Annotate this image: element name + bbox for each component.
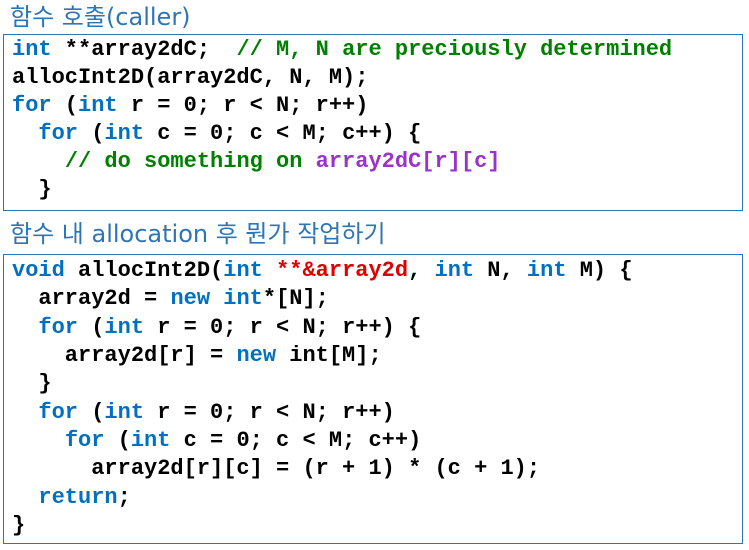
keyword: int	[104, 315, 145, 340]
keyword: int	[104, 121, 145, 146]
keyword: for	[64, 428, 105, 453]
code-text: (	[78, 315, 105, 340]
keyword: int	[223, 258, 263, 283]
keyword: int	[78, 93, 118, 118]
code-line: for (int c = 0; c < M; c++)	[12, 427, 421, 455]
code-line: for (int r = 0; r < N; r++) {	[12, 314, 421, 342]
code-text: array2d =	[12, 286, 171, 311]
code-text: (	[78, 121, 105, 146]
code-line: }	[12, 513, 26, 538]
code-line: for (int r = 0; r < N; r++)	[12, 399, 395, 427]
section-title-allocation: 함수 내 allocation 후 뭔가 작업하기	[10, 220, 386, 248]
keyword: int	[104, 400, 145, 425]
code-line: allocInt2D(array2dC, N, M);	[12, 65, 369, 90]
code-comment: // M, N are preciously determined	[236, 37, 673, 62]
caller-code-block: int **array2dC; // M, N are preciously d…	[3, 34, 743, 211]
code-text: (	[51, 93, 79, 118]
keyword: void	[12, 258, 65, 283]
code-line: }	[12, 371, 52, 396]
keyword: new	[170, 286, 211, 311]
code-text: **array2dC;	[51, 37, 237, 62]
keyword: int	[12, 37, 52, 62]
keyword: int	[223, 286, 263, 311]
code-line: return;	[12, 484, 131, 512]
code-text: ,	[408, 258, 435, 283]
keyword: new	[236, 343, 277, 368]
code-text: c = 0; c < M; c++)	[170, 428, 422, 453]
keyword: int	[434, 258, 475, 283]
code-line: array2d[r][c] = (r + 1) * (c + 1);	[12, 456, 541, 481]
code-text: r = 0; r < N; r++)	[117, 93, 369, 118]
keyword: for	[38, 121, 79, 146]
code-comment: // do something on	[64, 149, 316, 174]
keyword: for	[38, 400, 79, 425]
code-text: M) {	[566, 258, 633, 283]
keyword: for	[38, 315, 79, 340]
code-line: array2d[r] = new int[M];	[12, 342, 382, 370]
code-line: // do something on array2dC[r][c]	[12, 148, 501, 176]
code-line: void allocInt2D(int **&array2d, int N, i…	[12, 257, 633, 285]
code-line: }	[12, 177, 52, 202]
code-text: ;	[117, 485, 131, 510]
code-text: (	[78, 400, 105, 425]
code-text: int[M];	[276, 343, 382, 368]
section-title-caller: 함수 호출(caller)	[10, 3, 191, 31]
code-line: int **array2dC; // M, N are preciously d…	[12, 36, 672, 64]
code-text: *[N];	[262, 286, 329, 311]
keyword: int	[130, 428, 171, 453]
code-text: c = 0; c < M; c++) {	[144, 121, 422, 146]
code-text: allocInt2D(	[64, 258, 224, 283]
allocation-code-block: void allocInt2D(int **&array2d, int N, i…	[3, 254, 743, 544]
keyword: for	[12, 93, 52, 118]
keyword: int	[526, 258, 567, 283]
code-highlight-param: **&array2d	[276, 258, 409, 283]
code-line: for (int c = 0; c < M; c++) {	[12, 120, 421, 148]
code-highlight-variable: array2dC[r][c]	[315, 149, 501, 174]
code-line: for (int r = 0; r < N; r++)	[12, 92, 368, 120]
code-text: r = 0; r < N; r++)	[144, 400, 395, 425]
keyword: return	[38, 485, 118, 510]
code-line: array2d = new int*[N];	[12, 285, 329, 313]
code-text: N,	[474, 258, 527, 283]
code-text: (	[104, 428, 131, 453]
code-text: array2d[r] =	[12, 343, 237, 368]
code-text: r = 0; r < N; r++) {	[144, 315, 422, 340]
